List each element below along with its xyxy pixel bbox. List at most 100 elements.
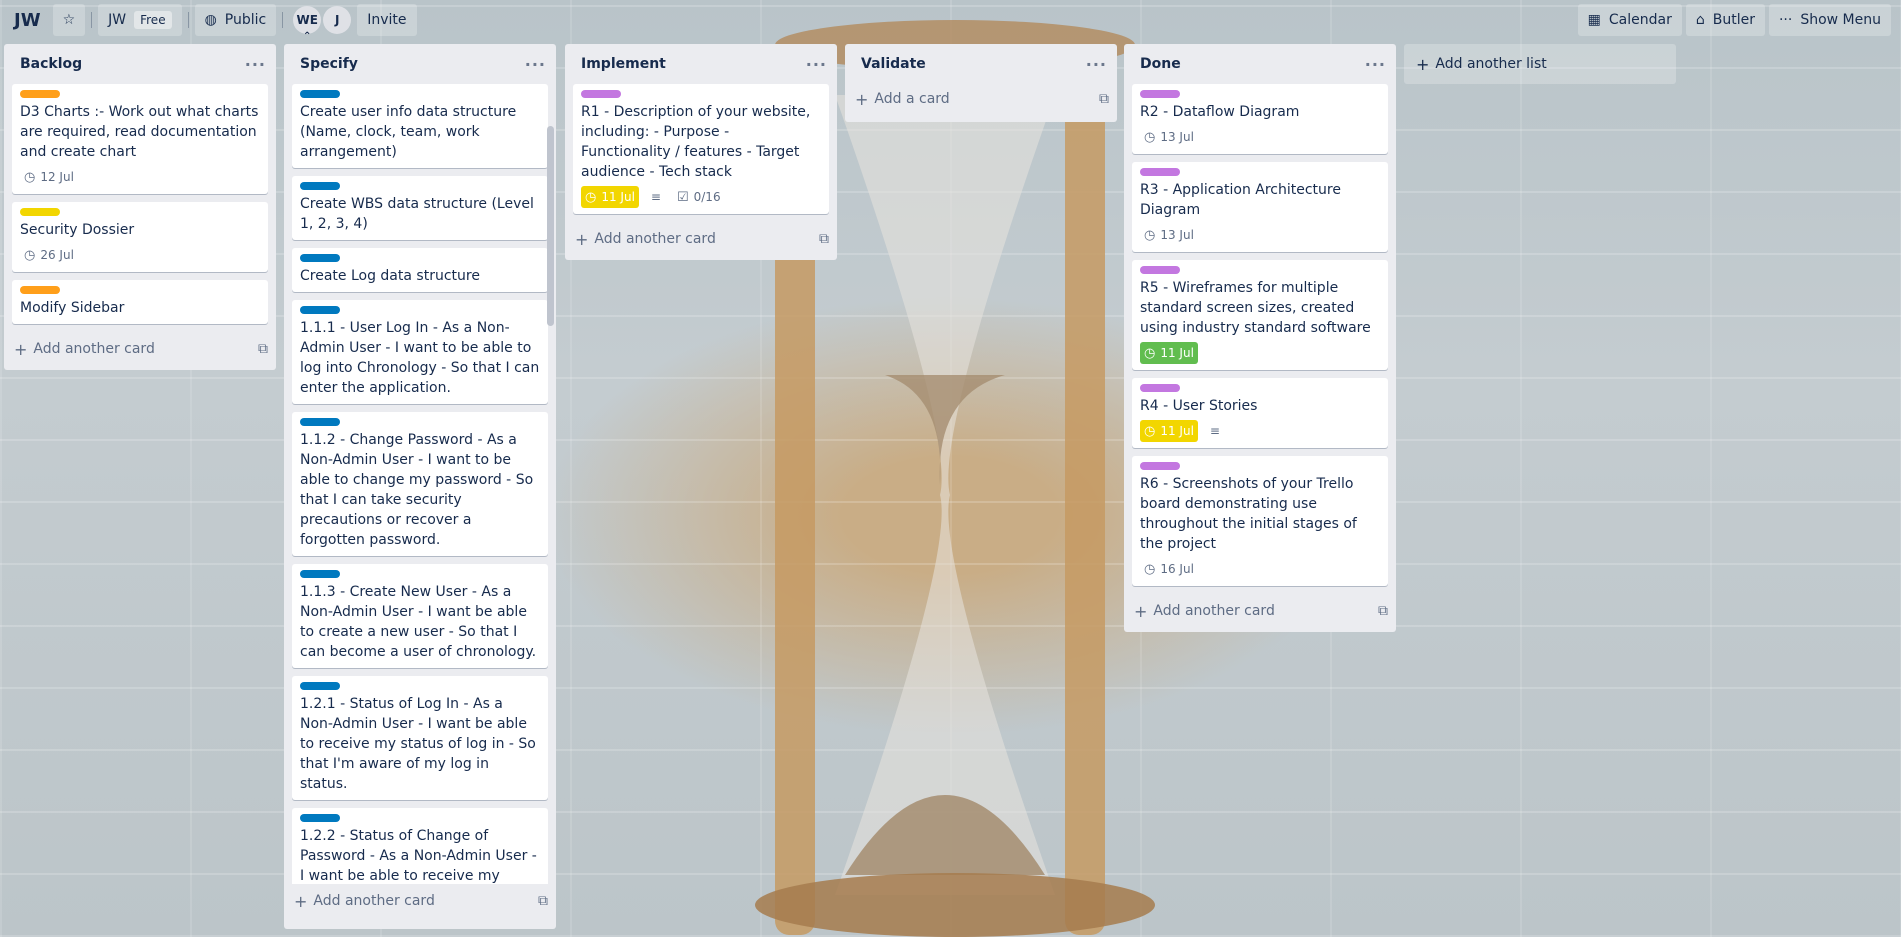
list-backlog: Backlog ··· D3 Charts :- Work out what cha… [4,44,276,370]
butler-button[interactable]: ⌂ Butler [1685,4,1765,36]
list-footer: + Add another card ⧉ [1124,594,1396,632]
card[interactable]: 1.2.2 - Status of Change of Password - A… [292,808,548,884]
board-title[interactable]: JW [6,4,49,36]
card[interactable]: R4 - User Stories ◷ 11 Jul ≡ [1132,378,1388,448]
calendar-button[interactable]: ▦ Calendar [1577,4,1682,36]
clock-icon: ◷ [1144,561,1156,577]
due-date-badge: ◷ 12 Jul [20,166,78,188]
card-label [300,418,340,426]
list-header[interactable]: Implement ··· [565,44,837,84]
card[interactable]: 1.1.3 - Create New User - As a Non-Admin… [292,564,548,668]
more-icon[interactable]: ··· [245,55,266,74]
add-card-label: Add another card [313,893,435,909]
clock-icon: ◷ [24,169,36,185]
card[interactable]: Modify Sidebar [12,280,268,324]
plus-icon: + [855,89,869,109]
list-footer: + Add a card ⧉ [845,84,1117,122]
add-card-button[interactable]: + Add another card [294,892,435,911]
add-card-button[interactable]: + Add a card [855,90,950,109]
card-title: R3 - Application Architecture Diagram [1140,182,1341,218]
card-list: Create user info data structure (Name, c… [284,84,556,884]
star-button[interactable]: ☆ [52,4,86,36]
visibility-button[interactable]: ◍ Public [194,4,277,36]
plus-icon: + [294,891,308,911]
add-card-label: Add another card [1153,603,1275,619]
list-header[interactable]: Backlog ··· [4,44,276,84]
due-date-badge: ◷ 11 Jul [1140,342,1198,364]
card[interactable]: Create user info data structure (Name, c… [292,84,548,168]
card-template-icon[interactable]: ⧉ [538,893,548,909]
card[interactable]: 1.1.2 - Change Password - As a Non-Admin… [292,412,548,556]
more-icon[interactable]: ··· [1086,55,1107,74]
card-title: Create WBS data structure (Level 1, 2, 3… [300,196,534,232]
add-card-label: Add another card [33,341,155,357]
card-template-icon[interactable]: ⧉ [258,341,268,357]
invite-button[interactable]: Invite [357,4,417,36]
plan-badge: Free [134,11,172,29]
card-label [300,254,340,262]
add-card-button[interactable]: + Add another card [1134,602,1275,621]
card-template-icon[interactable]: ⧉ [1099,91,1109,107]
list-header[interactable]: Done ··· [1124,44,1396,84]
due-date-text: 11 Jul [1160,424,1194,438]
show-menu-button[interactable]: ··· Show Menu [1768,4,1891,36]
scrollbar[interactable] [547,126,554,326]
description-icon: ≡ [650,190,661,204]
list-footer: + Add another card ⧉ [284,884,556,922]
avatar[interactable]: J [323,6,352,34]
header-divider [187,12,189,28]
due-date-text: 11 Jul [601,190,635,204]
card-title: D3 Charts :- Work out what charts are re… [20,104,259,160]
clock-icon: ◷ [585,189,597,205]
card-label [1140,90,1180,98]
header-right: ▦ Calendar ⌂ Butler ··· Show Menu [1577,4,1895,36]
team-button[interactable]: JW Free [98,4,182,36]
checklist-text: 0/16 [693,190,721,204]
due-date-badge: ◷ 13 Jul [1140,224,1198,246]
card-label [300,182,340,190]
visibility-label: Public [224,12,267,28]
card[interactable]: 1.1.1 - User Log In - As a Non-Admin Use… [292,300,548,404]
card[interactable]: Create WBS data structure (Level 1, 2, 3… [292,176,548,240]
card-title: 1.1.1 - User Log In - As a Non-Admin Use… [300,320,540,396]
more-icon[interactable]: ··· [525,55,546,74]
list-done: Done ··· R2 - Dataflow Diagram ◷ 13 Jul R3 - … [1124,44,1396,632]
card-label [300,306,340,314]
due-date-badge: ◷ 13 Jul [1140,126,1198,148]
card[interactable]: R5 - Wireframes for multiple standard sc… [1132,260,1388,370]
card-label [1140,266,1180,274]
card[interactable]: Create Log data structure [292,248,548,292]
card[interactable]: D3 Charts :- Work out what charts are re… [12,84,268,194]
add-card-button[interactable]: + Add another card [575,230,716,249]
more-icon[interactable]: ··· [806,55,827,74]
add-list-button[interactable]: + Add another list [1404,44,1676,84]
card[interactable]: R2 - Dataflow Diagram ◷ 13 Jul [1132,84,1388,154]
card-title: 1.1.2 - Change Password - As a Non-Admin… [300,432,534,548]
clock-icon: ◷ [24,247,36,263]
card-label [300,682,340,690]
more-icon[interactable]: ··· [1365,55,1386,74]
card[interactable]: Security Dossier ◷ 26 Jul [12,202,268,272]
card-title: R2 - Dataflow Diagram [1140,104,1300,120]
add-card-button[interactable]: + Add another card [14,340,155,359]
list-header[interactable]: Specify ··· [284,44,556,84]
clock-icon: ◷ [1144,227,1156,243]
card-badges: ◷ 26 Jul [20,244,260,266]
due-date-text: 16 Jul [1160,562,1194,576]
card[interactable]: R1 - Description of your website, includ… [573,84,829,214]
card-title: Security Dossier [20,222,135,238]
card-template-icon[interactable]: ⧉ [819,231,829,247]
calendar-label: Calendar [1608,12,1672,28]
card-title: 1.2.1 - Status of Log In - As a Non-Admi… [300,696,536,792]
card-template-icon[interactable]: ⧉ [1378,603,1388,619]
card-badges: ◷ 13 Jul [1140,126,1380,148]
card[interactable]: R6 - Screenshots of your Trello board de… [1132,456,1388,586]
list-title: Implement [581,56,666,72]
list-footer: + Add another card ⧉ [4,332,276,370]
list-header[interactable]: Validate ··· [845,44,1117,84]
card-badges: ◷ 11 Jul [1140,342,1380,364]
card[interactable]: R3 - Application Architecture Diagram ◷ 13… [1132,162,1388,252]
card-label [581,90,621,98]
card[interactable]: 1.2.1 - Status of Log In - As a Non-Admi… [292,676,548,800]
avatar[interactable]: WE [293,6,322,42]
